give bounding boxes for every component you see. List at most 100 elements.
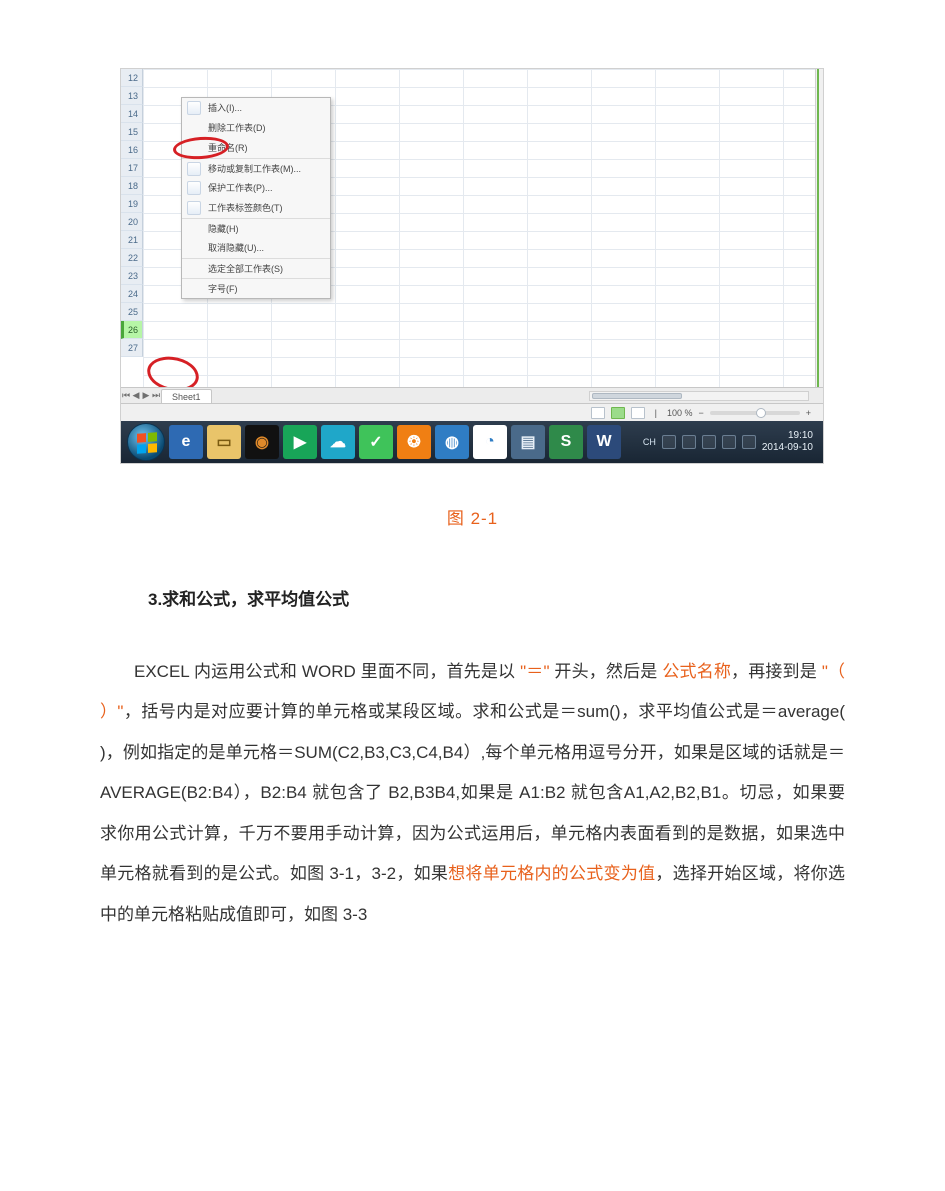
context-menu-item[interactable]: 工作表标签颜色(T) xyxy=(182,198,330,218)
row-header[interactable]: 21 xyxy=(121,231,143,249)
tab-nav-next[interactable]: ▶ xyxy=(141,390,151,401)
para-text-4: ，括号内是对应要计算的单元格或某段区域。求和公式是＝sum()，求平均值公式是＝… xyxy=(100,702,845,883)
tray-battery-icon[interactable] xyxy=(722,435,736,449)
context-menu-item[interactable]: 取消隐藏(U)... xyxy=(182,238,330,258)
fish-icon[interactable]: ❂ xyxy=(397,425,431,459)
row-header[interactable]: 19 xyxy=(121,195,143,213)
w-icon[interactable]: W xyxy=(587,425,621,459)
figure-caption: 图 2-1 xyxy=(0,504,945,529)
cloud-icon[interactable]: ☁ xyxy=(321,425,355,459)
ime-indicator[interactable]: CH xyxy=(643,437,656,447)
para-text-1: EXCEL 内运用公式和 WORD 里面不同，首先是以 xyxy=(134,662,515,681)
row-header[interactable]: 13 xyxy=(121,87,143,105)
media-play-icon[interactable]: ▶ xyxy=(283,425,317,459)
taskbar-item-glyph: W xyxy=(596,433,611,451)
menu-item-icon xyxy=(187,162,201,176)
context-menu-item[interactable]: 选定全部工作表(S) xyxy=(182,258,330,278)
tray-volume-icon[interactable] xyxy=(682,435,696,449)
formula-name-highlight: 公式名称 xyxy=(662,662,731,681)
menu-item-label: 隐藏(H) xyxy=(208,224,239,234)
leaf-icon[interactable]: ✓ xyxy=(359,425,393,459)
taskbar-item-glyph: ◉ xyxy=(255,432,269,452)
row-header[interactable]: 25 xyxy=(121,303,143,321)
tray-network-icon[interactable] xyxy=(702,435,716,449)
taskbar-clock[interactable]: 19:10 2014-09-10 xyxy=(762,430,813,454)
taskbar-item-glyph: ▤ xyxy=(520,432,535,452)
row-header[interactable]: 16 xyxy=(121,141,143,159)
menu-item-label: 字号(F) xyxy=(208,284,238,294)
context-menu-item[interactable]: 插入(I)... xyxy=(182,98,330,118)
horizontal-scrollbar[interactable] xyxy=(589,391,809,401)
row-header[interactable]: 27 xyxy=(121,339,143,357)
clock-date: 2014-09-10 xyxy=(762,442,813,453)
taskbar-item-glyph: ❂ xyxy=(407,432,420,452)
tab-nav-prev[interactable]: ◀ xyxy=(131,390,141,401)
menu-item-label: 保护工作表(P)... xyxy=(208,183,273,193)
equals-sign-highlight: "＝" xyxy=(520,662,549,681)
taskbar-item-glyph: ◔ xyxy=(485,433,495,451)
sheet-tab-context-menu[interactable]: 插入(I)... 删除工作表(D) 重命名(R) 移动或复制工作表(M)... 保护工作… xyxy=(181,97,331,299)
para-text-2: 开头，然后是 xyxy=(554,662,657,681)
row-header[interactable]: 23 xyxy=(121,267,143,285)
clock-time: 19:10 xyxy=(788,430,813,441)
menu-item-label: 插入(I)... xyxy=(208,103,242,113)
tray-icon[interactable] xyxy=(662,435,676,449)
menu-item-label: 重命名(R) xyxy=(208,143,248,153)
system-tray: CH 19:10 2014-09-10 xyxy=(643,430,817,454)
row-header[interactable]: 12 xyxy=(121,69,143,87)
menu-item-icon xyxy=(187,181,201,195)
menu-item-label: 选定全部工作表(S) xyxy=(208,264,283,274)
taskbar-item-glyph: e xyxy=(182,433,191,451)
zoom-in-icon[interactable]: + xyxy=(806,408,811,418)
context-menu-item[interactable]: 保护工作表(P)... xyxy=(182,178,330,198)
tab-nav-first[interactable]: ⏮ xyxy=(121,390,131,401)
window-icon[interactable]: ▤ xyxy=(511,425,545,459)
view-normal-icon[interactable] xyxy=(591,407,605,419)
view-page-icon[interactable] xyxy=(611,407,625,419)
tray-action-center-icon[interactable] xyxy=(742,435,756,449)
taskbar-item-glyph: ▭ xyxy=(216,432,231,452)
sheet-tabs-bar: ⏮ ◀ ▶ ⏭ Sheet1 xyxy=(121,387,823,403)
spreadsheet-grid: 12131415161718192021222324252627 插入(I)..… xyxy=(121,69,823,387)
sheet-tab-1[interactable]: Sheet1 xyxy=(161,389,212,403)
s-icon[interactable]: S xyxy=(549,425,583,459)
zoom-sep: | xyxy=(655,408,657,418)
para-text-3: ，再接到是 xyxy=(731,662,817,681)
explorer-icon[interactable]: ▭ xyxy=(207,425,241,459)
excel-screenshot: 12131415161718192021222324252627 插入(I)..… xyxy=(120,68,824,464)
taskbar-item-glyph: ✓ xyxy=(369,432,382,452)
sheet-right-border xyxy=(817,69,819,387)
chrome-icon[interactable]: ◔ xyxy=(473,425,507,459)
zoom-out-icon[interactable]: − xyxy=(698,408,703,418)
row-header[interactable]: 24 xyxy=(121,285,143,303)
windows-taskbar: e ▭ ◉ ▶ ☁ ✓ ❂ ◍ ◔ ▤ SW CH 19:10 2014-09-10 xyxy=(121,421,823,463)
ie-icon[interactable]: e xyxy=(169,425,203,459)
menu-item-label: 删除工作表(D) xyxy=(208,123,266,133)
context-menu-item[interactable]: 字号(F) xyxy=(182,278,330,298)
body-paragraph: EXCEL 内运用公式和 WORD 里面不同，首先是以 "＝" 开头，然后是 公… xyxy=(100,652,845,935)
row-header[interactable]: 26 xyxy=(121,321,143,339)
start-button[interactable] xyxy=(127,423,165,461)
row-header[interactable]: 17 xyxy=(121,159,143,177)
taskbar-item-glyph: ☁ xyxy=(330,432,346,452)
context-menu-item[interactable]: 删除工作表(D) xyxy=(182,118,330,138)
menu-item-icon xyxy=(187,101,201,115)
row-header[interactable]: 22 xyxy=(121,249,143,267)
row-header[interactable]: 20 xyxy=(121,213,143,231)
taskbar-item-glyph: ◍ xyxy=(445,432,459,452)
context-menu-item[interactable]: 移动或复制工作表(M)... xyxy=(182,158,330,178)
zoom-slider[interactable] xyxy=(710,411,800,415)
status-bar: | 100 % − + xyxy=(121,403,823,421)
row-header[interactable]: 14 xyxy=(121,105,143,123)
globe-icon[interactable]: ◍ xyxy=(435,425,469,459)
context-menu-item[interactable]: 隐藏(H) xyxy=(182,218,330,238)
menu-item-label: 工作表标签颜色(T) xyxy=(208,203,283,213)
tab-nav-last[interactable]: ⏭ xyxy=(151,390,161,401)
media-stop-icon[interactable]: ◉ xyxy=(245,425,279,459)
context-menu-item[interactable]: 重命名(R) xyxy=(182,138,330,158)
menu-item-label: 移动或复制工作表(M)... xyxy=(208,164,301,174)
row-header[interactable]: 18 xyxy=(121,177,143,195)
view-break-icon[interactable] xyxy=(631,407,645,419)
row-header[interactable]: 15 xyxy=(121,123,143,141)
convert-to-value-highlight: 想将单元格内的公式变为值 xyxy=(448,864,655,883)
